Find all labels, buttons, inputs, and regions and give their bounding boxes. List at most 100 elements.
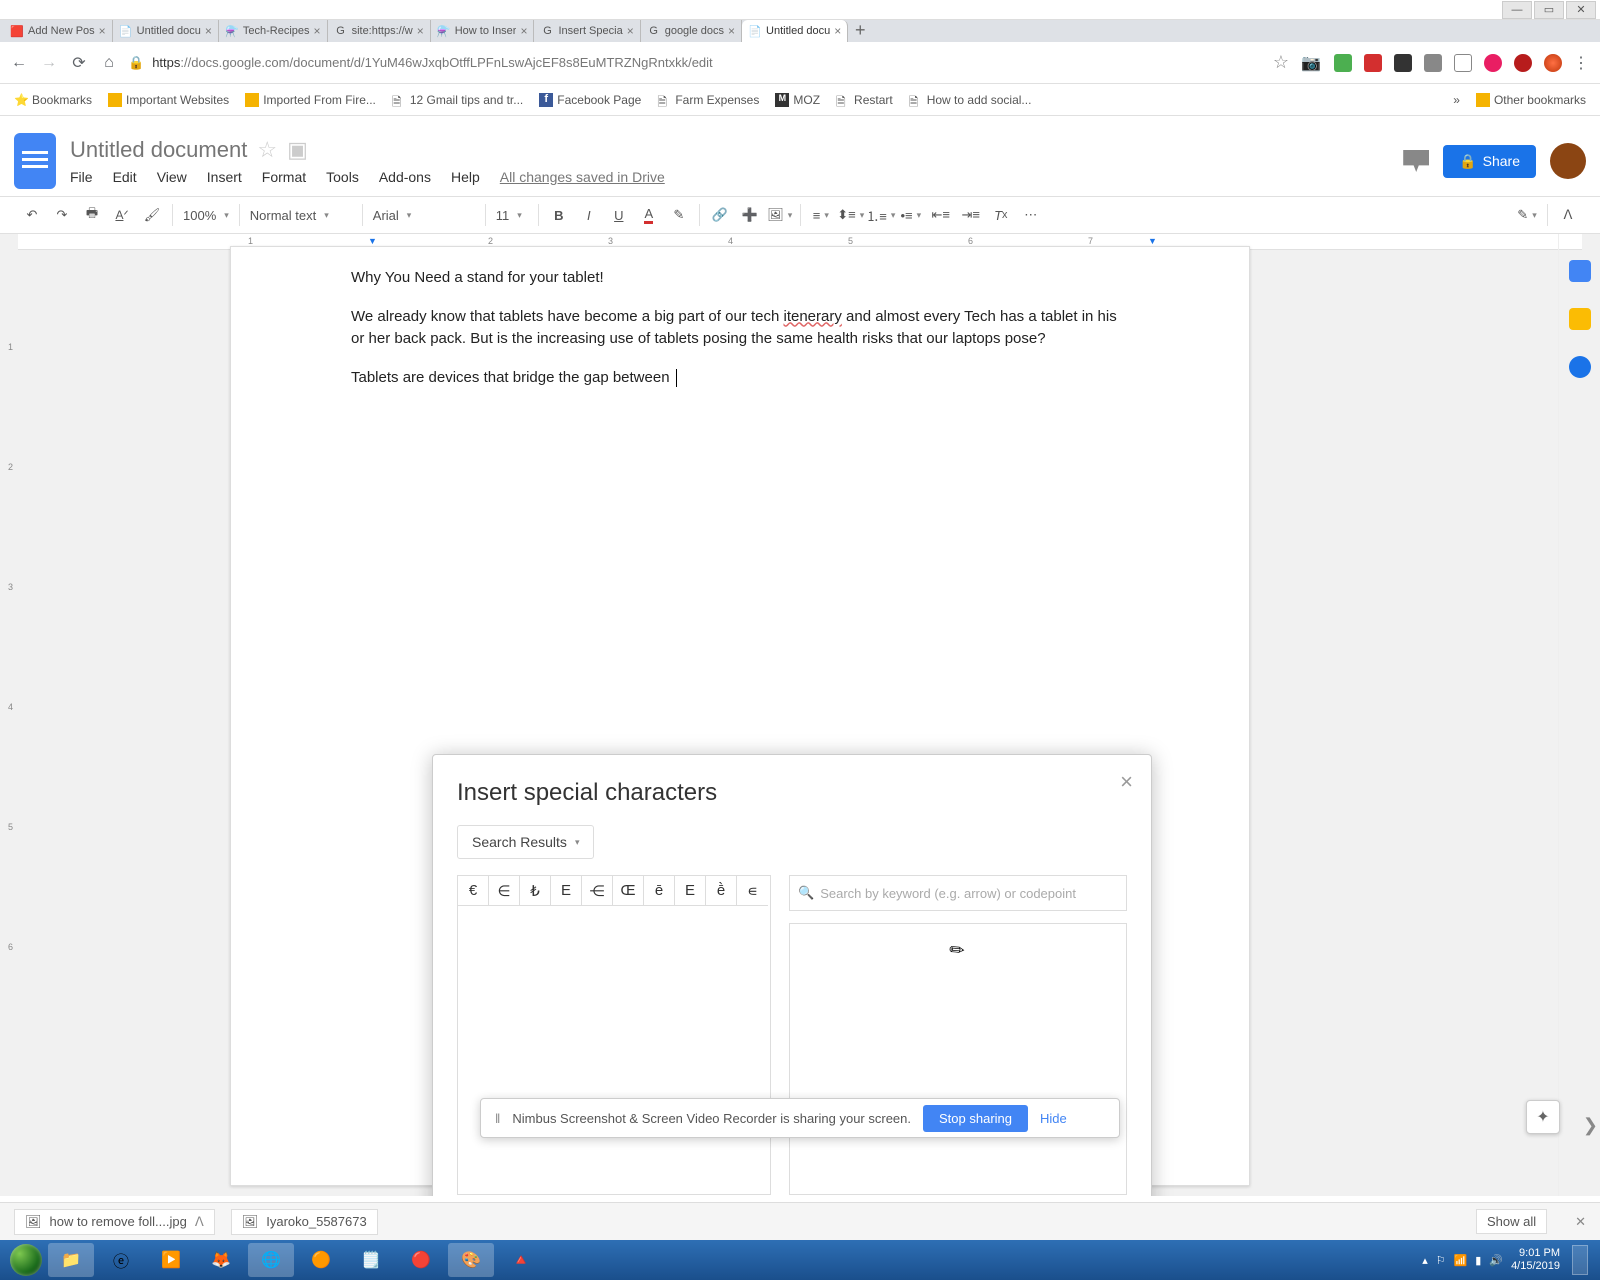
doc-paragraph[interactable]: Why You Need a stand for your tablet! bbox=[351, 267, 1129, 290]
camera-icon[interactable]: 📷 bbox=[1300, 52, 1322, 74]
font-size-select[interactable]: 11 bbox=[492, 208, 532, 223]
tab-close-icon[interactable]: × bbox=[205, 24, 212, 38]
link-button[interactable]: 🔗 bbox=[706, 201, 734, 229]
menu-file[interactable]: File bbox=[70, 169, 93, 185]
tab-item[interactable]: 📄Untitled docu× bbox=[113, 20, 219, 42]
tab-item[interactable]: Gsite:https://w× bbox=[328, 20, 431, 42]
tab-close-icon[interactable]: × bbox=[314, 24, 321, 38]
extension-icon[interactable] bbox=[1454, 54, 1472, 72]
menu-format[interactable]: Format bbox=[262, 169, 306, 185]
text-color-button[interactable]: A bbox=[635, 201, 663, 229]
comment-button[interactable]: ➕ bbox=[736, 201, 764, 229]
explore-button[interactable]: ✦ bbox=[1526, 1100, 1560, 1134]
win-min-button[interactable]: — bbox=[1502, 1, 1532, 19]
numbered-list-button[interactable]: ⒈≡ bbox=[867, 201, 895, 229]
tab-item[interactable]: Ggoogle docs× bbox=[641, 20, 742, 42]
style-select[interactable]: Normal text bbox=[246, 208, 356, 223]
align-button[interactable]: ≡ bbox=[807, 201, 835, 229]
doc-paragraph[interactable]: We already know that tablets have become… bbox=[351, 306, 1129, 351]
flag-icon[interactable]: ⚐ bbox=[1436, 1254, 1446, 1267]
bookmark-item[interactable]: MMOZ bbox=[769, 91, 826, 109]
side-panel-expand[interactable]: ❯ bbox=[1583, 1115, 1598, 1136]
underline-button[interactable]: U bbox=[605, 201, 633, 229]
tab-item[interactable]: ⚗️How to Inser× bbox=[431, 20, 535, 42]
keep-icon[interactable] bbox=[1569, 308, 1591, 330]
new-tab-button[interactable]: + bbox=[848, 18, 872, 42]
url-bar[interactable]: 🔒 https://docs.google.com/document/d/1Yu… bbox=[128, 55, 1262, 71]
win-max-button[interactable]: ▭ bbox=[1534, 1, 1564, 19]
extension-icon[interactable] bbox=[1394, 54, 1412, 72]
other-bookmarks[interactable]: Other bookmarks bbox=[1470, 91, 1592, 109]
bookmark-item[interactable]: fFacebook Page bbox=[533, 91, 647, 109]
paint-icon[interactable]: 🎨 bbox=[448, 1243, 494, 1277]
forward-button[interactable]: → bbox=[38, 52, 60, 74]
chevron-up-icon[interactable]: ᐱ bbox=[195, 1214, 204, 1230]
editing-mode-button[interactable]: ✎ bbox=[1513, 201, 1541, 229]
move-icon[interactable]: ▣ bbox=[287, 137, 308, 163]
star-icon[interactable]: ☆ bbox=[257, 137, 277, 163]
tab-close-icon[interactable]: × bbox=[417, 24, 424, 38]
docs-logo-icon[interactable] bbox=[14, 133, 56, 189]
tab-close-icon[interactable]: × bbox=[627, 24, 634, 38]
wifi-icon[interactable]: 📶 bbox=[1454, 1254, 1468, 1267]
print-button[interactable]: 🖶 bbox=[78, 201, 106, 229]
bookmark-item[interactable]: 🗎12 Gmail tips and tr... bbox=[386, 91, 529, 109]
extension-icon[interactable] bbox=[1484, 54, 1502, 72]
char-cell[interactable]: ē bbox=[644, 876, 675, 906]
extension-icon[interactable] bbox=[1544, 54, 1562, 72]
undo-button[interactable]: ↶ bbox=[18, 201, 46, 229]
collapse-toolbar-button[interactable]: ᐱ bbox=[1554, 201, 1582, 229]
char-cell[interactable]: ₺ bbox=[520, 876, 551, 906]
category-select[interactable]: Search Results bbox=[457, 825, 594, 859]
menu-view[interactable]: View bbox=[157, 169, 187, 185]
show-desktop-button[interactable] bbox=[1572, 1245, 1588, 1275]
italic-button[interactable]: I bbox=[575, 201, 603, 229]
paint-format-button[interactable]: 🖌 bbox=[138, 201, 166, 229]
home-button[interactable]: ⌂ bbox=[98, 52, 120, 74]
doc-paragraph[interactable]: Tablets are devices that bridge the gap … bbox=[351, 367, 1129, 390]
bookmark-item[interactable]: ⭐Bookmarks bbox=[8, 91, 98, 109]
char-cell[interactable]: ḕ bbox=[706, 876, 737, 906]
account-avatar[interactable] bbox=[1550, 143, 1586, 179]
menu-insert[interactable]: Insert bbox=[207, 169, 242, 185]
pause-icon[interactable]: ‖ bbox=[495, 1111, 500, 1126]
battery-icon[interactable]: ▮ bbox=[1475, 1254, 1481, 1267]
extension-icon[interactable] bbox=[1334, 54, 1352, 72]
menu-icon[interactable]: ⋮ bbox=[1570, 52, 1592, 74]
close-shelf-button[interactable]: ✕ bbox=[1575, 1214, 1586, 1230]
bookmark-item[interactable]: Imported From Fire... bbox=[239, 91, 382, 109]
bookmark-item[interactable]: 🗎How to add social... bbox=[903, 91, 1038, 109]
extension-icon[interactable] bbox=[1514, 54, 1532, 72]
hide-share-bar-button[interactable]: Hide bbox=[1040, 1111, 1067, 1126]
menu-edit[interactable]: Edit bbox=[113, 169, 137, 185]
line-spacing-button[interactable]: ⬍≡ bbox=[837, 201, 865, 229]
clock[interactable]: 9:01 PM 4/15/2019 bbox=[1511, 1247, 1560, 1273]
decrease-indent-button[interactable]: ⇤≡ bbox=[927, 201, 955, 229]
stop-sharing-button[interactable]: Stop sharing bbox=[923, 1105, 1028, 1132]
tab-close-icon[interactable]: × bbox=[728, 24, 735, 38]
char-cell[interactable]: ∈ bbox=[489, 876, 520, 906]
highlight-button[interactable]: ✎ bbox=[665, 201, 693, 229]
comments-icon[interactable] bbox=[1403, 150, 1429, 172]
bookmark-item[interactable]: 🗎Restart bbox=[830, 91, 899, 109]
media-player-icon[interactable]: ▶️ bbox=[148, 1243, 194, 1277]
bookmark-item[interactable]: Important Websites bbox=[102, 91, 235, 109]
reload-button[interactable]: ⟳ bbox=[68, 52, 90, 74]
char-cell[interactable]: Œ bbox=[613, 876, 644, 906]
star-icon[interactable]: ☆ bbox=[1270, 52, 1292, 74]
ie-icon[interactable]: ⓔ bbox=[98, 1243, 144, 1277]
tab-item[interactable]: 🟥Add New Pos× bbox=[4, 20, 113, 42]
spellcheck-button[interactable]: Aᐟ bbox=[108, 201, 136, 229]
char-cell[interactable]: Ε bbox=[675, 876, 706, 906]
opera-icon[interactable]: 🔴 bbox=[398, 1243, 444, 1277]
redo-button[interactable]: ↷ bbox=[48, 201, 76, 229]
win-close-button[interactable]: ✕ bbox=[1566, 1, 1596, 19]
bulleted-list-button[interactable]: •≡ bbox=[897, 201, 925, 229]
tab-item[interactable]: GInsert Specia× bbox=[534, 20, 640, 42]
document-title[interactable]: Untitled document bbox=[70, 137, 247, 163]
start-button[interactable] bbox=[6, 1240, 46, 1280]
char-cell[interactable]: € bbox=[458, 876, 489, 906]
download-item[interactable]: 🖼Iyaroko_5587673 bbox=[231, 1209, 378, 1235]
zoom-select[interactable]: 100% bbox=[179, 208, 233, 223]
back-button[interactable]: ← bbox=[8, 52, 30, 74]
